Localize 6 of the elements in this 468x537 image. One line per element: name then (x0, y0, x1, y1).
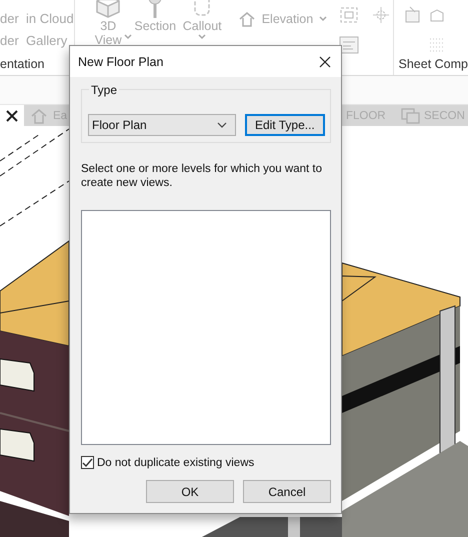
ribbon-group-label: entation (0, 57, 46, 71)
instruction-text: Select one or more levels for which you want to create new views. (81, 163, 323, 190)
group-label: Type (89, 83, 120, 97)
checkbox-label: Do not duplicate existing views (97, 456, 254, 468)
dialog-title: New Floor Plan (78, 54, 164, 68)
ribbon-group-label: Sheet Comp (398, 57, 468, 71)
